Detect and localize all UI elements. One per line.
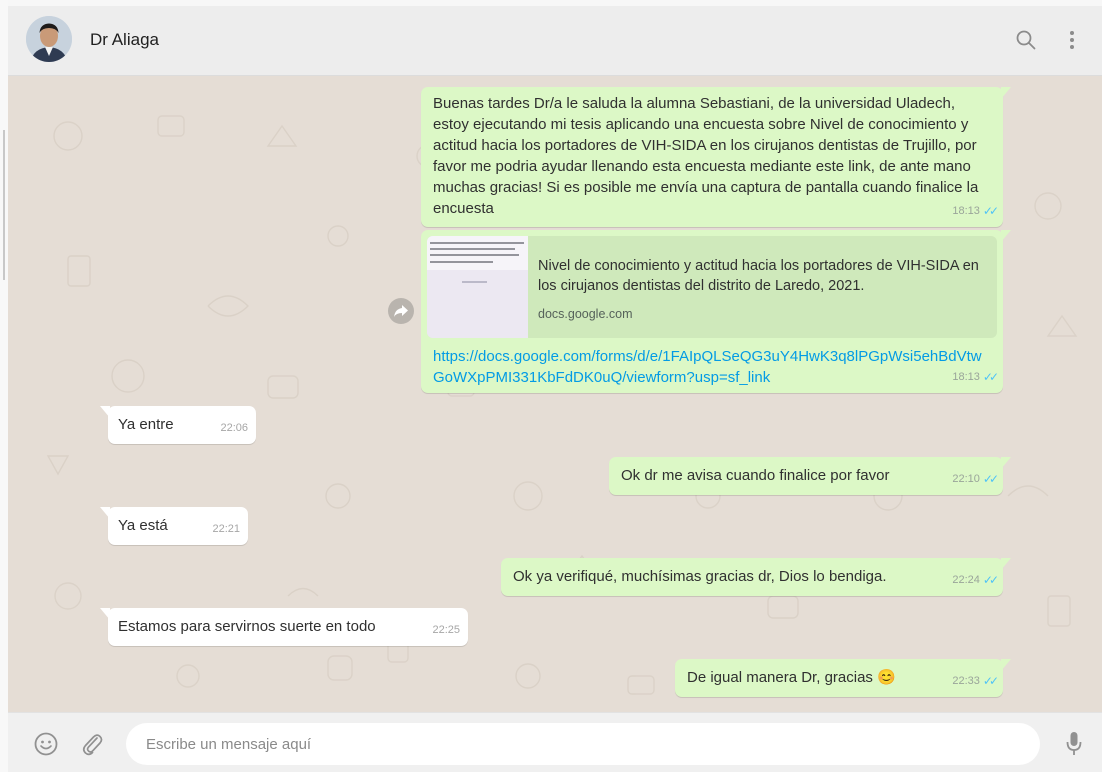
message-time: 22:24 bbox=[952, 574, 980, 586]
message-text-wrap: De igual manera Dr, gracias 😊 bbox=[687, 667, 991, 688]
chat-header: Dr Aliaga bbox=[8, 0, 1102, 76]
message-time: 22:10 bbox=[952, 473, 980, 485]
message-link[interactable]: https://docs.google.com/forms/d/e/1FAIpQ… bbox=[433, 346, 993, 388]
message-time: 22:25 bbox=[432, 624, 460, 636]
avatar-photo-icon bbox=[26, 16, 72, 62]
message-meta: 22:10 ✓✓ bbox=[952, 469, 999, 490]
message-incoming[interactable]: Ya entre 22:06 bbox=[100, 406, 256, 444]
message-outgoing-link[interactable]: Nivel de conocimiento y actitud hacia lo… bbox=[421, 230, 1011, 393]
smiling-face-emoji-icon: 😊 bbox=[877, 669, 896, 686]
link-preview-title: Nivel de conocimiento y actitud hacia lo… bbox=[538, 258, 979, 294]
message-time: 22:21 bbox=[212, 523, 240, 535]
message-outgoing[interactable]: De igual manera Dr, gracias 😊 22:33 ✓✓ bbox=[675, 659, 1011, 697]
link-preview-thumbnail bbox=[427, 236, 528, 338]
double-check-icon: ✓✓ bbox=[982, 573, 999, 587]
link-preview-domain: docs.google.com bbox=[538, 307, 633, 321]
message-meta: 18:13 ✓✓ bbox=[952, 367, 999, 388]
menu-dots-icon[interactable] bbox=[1058, 26, 1086, 54]
message-incoming[interactable]: Ya está 22:21 bbox=[100, 507, 248, 545]
scroll-marker bbox=[3, 130, 5, 280]
message-time: 22:06 bbox=[220, 422, 248, 434]
link-preview-card[interactable]: Nivel de conocimiento y actitud hacia lo… bbox=[427, 236, 997, 338]
double-check-icon: ✓✓ bbox=[982, 204, 999, 218]
paperclip-icon[interactable] bbox=[78, 730, 106, 758]
double-check-icon: ✓✓ bbox=[982, 370, 999, 384]
emoji-icon[interactable] bbox=[32, 730, 60, 758]
message-meta: 22:25 bbox=[432, 620, 460, 641]
double-check-icon: ✓✓ bbox=[982, 472, 999, 486]
avatar[interactable] bbox=[26, 16, 72, 62]
message-meta: 18:13 ✓✓ bbox=[952, 201, 999, 222]
message-meta: 22:06 bbox=[220, 418, 248, 439]
whatsapp-web-window: Dr Aliaga Buenas tardes Dr/a le saluda l… bbox=[0, 0, 1102, 772]
forward-icon[interactable] bbox=[388, 298, 414, 324]
message-meta: 22:24 ✓✓ bbox=[952, 570, 999, 591]
message-time: 18:13 bbox=[952, 371, 980, 383]
message-meta: 22:21 bbox=[212, 519, 240, 540]
message-meta: 22:33 ✓✓ bbox=[952, 671, 999, 692]
message-text: Ok ya verifiqué, muchísimas gracias dr, … bbox=[513, 568, 887, 585]
message-text: Estamos para servirnos suerte en todo bbox=[118, 618, 376, 635]
message-time: 18:13 bbox=[952, 205, 980, 217]
microphone-icon[interactable] bbox=[1060, 730, 1088, 758]
message-list[interactable]: Buenas tardes Dr/a le saluda la alumna S… bbox=[8, 76, 1102, 712]
message-outgoing[interactable]: Ok dr me avisa cuando finalice por favor… bbox=[609, 457, 1011, 495]
message-outgoing[interactable]: Ok ya verifiqué, muchísimas gracias dr, … bbox=[501, 558, 1011, 596]
message-time: 22:33 bbox=[952, 675, 980, 687]
message-outgoing[interactable]: Buenas tardes Dr/a le saluda la alumna S… bbox=[421, 87, 1011, 227]
message-text: Ok dr me avisa cuando finalice por favor bbox=[621, 467, 890, 484]
message-incoming[interactable]: Estamos para servirnos suerte en todo 22… bbox=[100, 608, 468, 646]
header-topline bbox=[8, 0, 1102, 6]
double-check-icon: ✓✓ bbox=[982, 674, 999, 688]
search-icon[interactable] bbox=[1012, 26, 1040, 54]
message-text: Buenas tardes Dr/a le saluda la alumna S… bbox=[433, 95, 979, 217]
message-text: De igual manera Dr, gracias bbox=[687, 669, 873, 686]
contact-name[interactable]: Dr Aliaga bbox=[90, 30, 159, 50]
message-input[interactable] bbox=[126, 723, 1040, 765]
window-edge bbox=[0, 0, 8, 772]
composer-bar bbox=[8, 712, 1102, 772]
